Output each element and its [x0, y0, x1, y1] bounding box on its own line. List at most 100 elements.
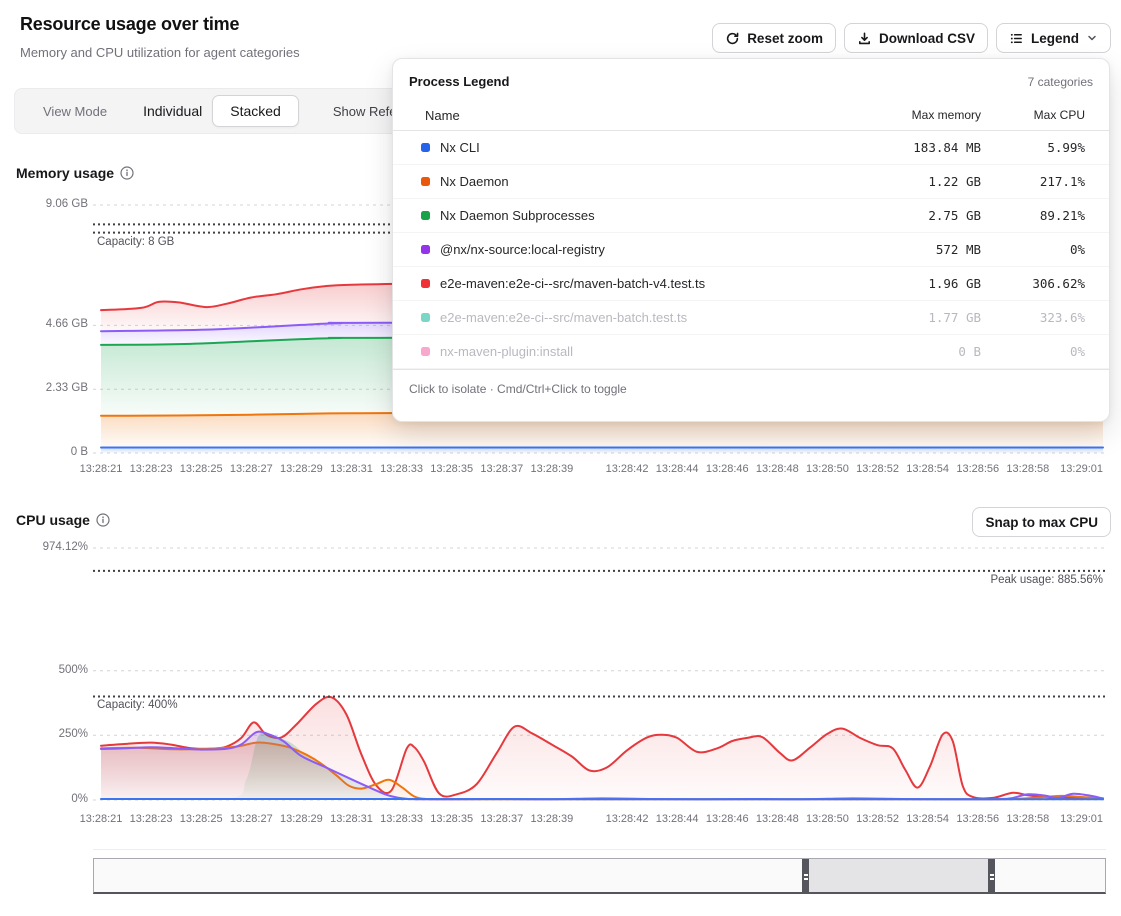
- series-max-cpu: 5.99%: [981, 140, 1085, 155]
- series-max-cpu: 0%: [981, 344, 1085, 359]
- x-axis-tick-label: 13:28:23: [130, 813, 173, 825]
- download-csv-button[interactable]: Download CSV: [844, 23, 988, 53]
- x-axis-tick-label: 13:28:56: [956, 463, 999, 475]
- info-icon[interactable]: [120, 166, 134, 180]
- series-name: nx-maven-plugin:install: [440, 344, 831, 359]
- x-axis-tick-label: 13:29:01: [1060, 813, 1103, 825]
- popup-header: Process Legend 7 categories: [393, 59, 1109, 100]
- series-max-memory: 0 B: [831, 344, 981, 359]
- series-max-memory: 2.75 GB: [831, 208, 981, 223]
- x-axis-tick-label: 13:28:25: [180, 813, 223, 825]
- y-axis-tick-label: 0 B: [8, 446, 88, 458]
- x-axis-tick-label: 13:28:46: [706, 813, 749, 825]
- x-axis-tick-label: 13:28:39: [530, 813, 573, 825]
- memory-title-text: Memory usage: [16, 165, 114, 181]
- reset-zoom-button[interactable]: Reset zoom: [712, 23, 836, 53]
- brush-handle-left[interactable]: [802, 859, 809, 892]
- series-name: Nx CLI: [440, 140, 831, 155]
- legend-row[interactable]: Nx Daemon Subprocesses2.75 GB89.21%: [393, 199, 1109, 233]
- page-subtitle: Memory and CPU utilization for agent cat…: [20, 45, 300, 60]
- series-max-memory: 572 MB: [831, 242, 981, 257]
- time-range-brush[interactable]: [93, 858, 1106, 894]
- cpu-peak-label: Peak usage: 885.56%: [990, 574, 1103, 586]
- snap-label: Snap to max CPU: [985, 515, 1098, 530]
- memory-capacity-label: Capacity: 8 GB: [97, 236, 174, 248]
- x-axis-tick-label: 13:28:31: [330, 813, 373, 825]
- x-axis-tick-label: 13:28:33: [380, 813, 423, 825]
- brush-handle-right[interactable]: [988, 859, 995, 892]
- list-icon: [1009, 31, 1024, 46]
- popup-category-count: 7 categories: [1028, 75, 1093, 89]
- legend-row[interactable]: @nx/nx-source:local-registry572 MB0%: [393, 233, 1109, 267]
- x-axis-tick-label: 13:28:29: [280, 463, 323, 475]
- series-color-dot: [421, 279, 430, 288]
- reset-zoom-label: Reset zoom: [747, 31, 823, 46]
- series-max-memory: 1.96 GB: [831, 276, 981, 291]
- x-axis-tick-label: 13:28:27: [230, 813, 273, 825]
- series-max-cpu: 0%: [981, 242, 1085, 257]
- legend-dropdown-button[interactable]: Legend: [996, 23, 1111, 53]
- y-axis-tick-label: 9.06 GB: [8, 198, 88, 210]
- x-axis-tick-label: 13:28:25: [180, 463, 223, 475]
- x-axis-tick-label: 13:28:21: [80, 463, 123, 475]
- memory-x-axis: 13:28:2113:28:2313:28:2513:28:2713:28:29…: [93, 463, 1106, 477]
- x-axis-tick-label: 13:28:52: [856, 813, 899, 825]
- series-name: @nx/nx-source:local-registry: [440, 242, 831, 257]
- page-title: Resource usage over time: [20, 14, 239, 35]
- view-mode-stacked-button[interactable]: Stacked: [212, 95, 299, 127]
- refresh-icon: [725, 31, 740, 46]
- x-axis-tick-label: 13:28:56: [956, 813, 999, 825]
- series-color-dot: [421, 143, 430, 152]
- x-axis-tick-label: 13:28:35: [430, 813, 473, 825]
- cpu-title-text: CPU usage: [16, 512, 90, 528]
- legend-label: Legend: [1031, 31, 1079, 46]
- x-axis-tick-label: 13:28:37: [480, 813, 523, 825]
- info-icon[interactable]: [96, 513, 110, 527]
- series-color-dot: [421, 245, 430, 254]
- x-axis-tick-label: 13:28:52: [856, 463, 899, 475]
- series-max-memory: 1.77 GB: [831, 310, 981, 325]
- legend-row[interactable]: nx-maven-plugin:install0 B0%: [393, 335, 1109, 369]
- snap-to-max-cpu-button[interactable]: Snap to max CPU: [972, 507, 1111, 537]
- x-axis-tick-label: 13:28:50: [806, 463, 849, 475]
- series-name: e2e-maven:e2e-ci--src/maven-batch.test.t…: [440, 310, 831, 325]
- x-axis-tick-label: 13:28:23: [130, 463, 173, 475]
- y-axis-tick-label: 974.12%: [8, 541, 88, 553]
- x-axis-tick-label: 13:28:29: [280, 813, 323, 825]
- x-axis-tick-label: 13:28:27: [230, 463, 273, 475]
- series-color-dot: [421, 313, 430, 322]
- series-color-dot: [421, 211, 430, 220]
- legend-row[interactable]: Nx Daemon1.22 GB217.1%: [393, 165, 1109, 199]
- legend-row[interactable]: Nx CLI183.84 MB5.99%: [393, 131, 1109, 165]
- popup-footer-hint: Click to isolate · Cmd/Ctrl+Click to tog…: [393, 369, 1109, 408]
- y-axis-tick-label: 0%: [8, 793, 88, 805]
- brush-selection[interactable]: [806, 859, 991, 892]
- view-mode-individual-button[interactable]: Individual: [133, 97, 212, 125]
- series-color-dot: [421, 347, 430, 356]
- x-axis-tick-label: 13:28:54: [906, 813, 949, 825]
- series-max-memory: 183.84 MB: [831, 140, 981, 155]
- legend-row[interactable]: e2e-maven:e2e-ci--src/maven-batch-v4.tes…: [393, 267, 1109, 301]
- cpu-chart[interactable]: [93, 540, 1106, 808]
- series-name: Nx Daemon Subprocesses: [440, 208, 831, 223]
- cpu-x-axis: 13:28:2113:28:2313:28:2513:28:2713:28:29…: [93, 813, 1106, 827]
- y-axis-tick-label: 250%: [8, 728, 88, 740]
- x-axis-tick-label: 13:28:42: [606, 813, 649, 825]
- series-name: Nx Daemon: [440, 174, 831, 189]
- x-axis-tick-label: 13:28:48: [756, 813, 799, 825]
- series-max-cpu: 323.6%: [981, 310, 1085, 325]
- x-axis-tick-label: 13:28:50: [806, 813, 849, 825]
- x-axis-tick-label: 13:28:48: [756, 463, 799, 475]
- legend-table-header: Name Max memory Max CPU: [393, 100, 1109, 131]
- x-axis-tick-label: 13:28:21: [80, 813, 123, 825]
- series-max-cpu: 89.21%: [981, 208, 1085, 223]
- legend-table-body: Nx CLI183.84 MB5.99%Nx Daemon1.22 GB217.…: [393, 131, 1109, 369]
- y-axis-tick-label: 2.33 GB: [8, 382, 88, 394]
- series-color-dot: [421, 177, 430, 186]
- legend-row[interactable]: e2e-maven:e2e-ci--src/maven-batch.test.t…: [393, 301, 1109, 335]
- download-icon: [857, 31, 872, 46]
- col-max-memory: Max memory: [831, 108, 981, 122]
- y-axis-tick-label: 500%: [8, 664, 88, 676]
- resource-usage-page: Resource usage over time Memory and CPU …: [0, 0, 1121, 916]
- x-axis-tick-label: 13:28:54: [906, 463, 949, 475]
